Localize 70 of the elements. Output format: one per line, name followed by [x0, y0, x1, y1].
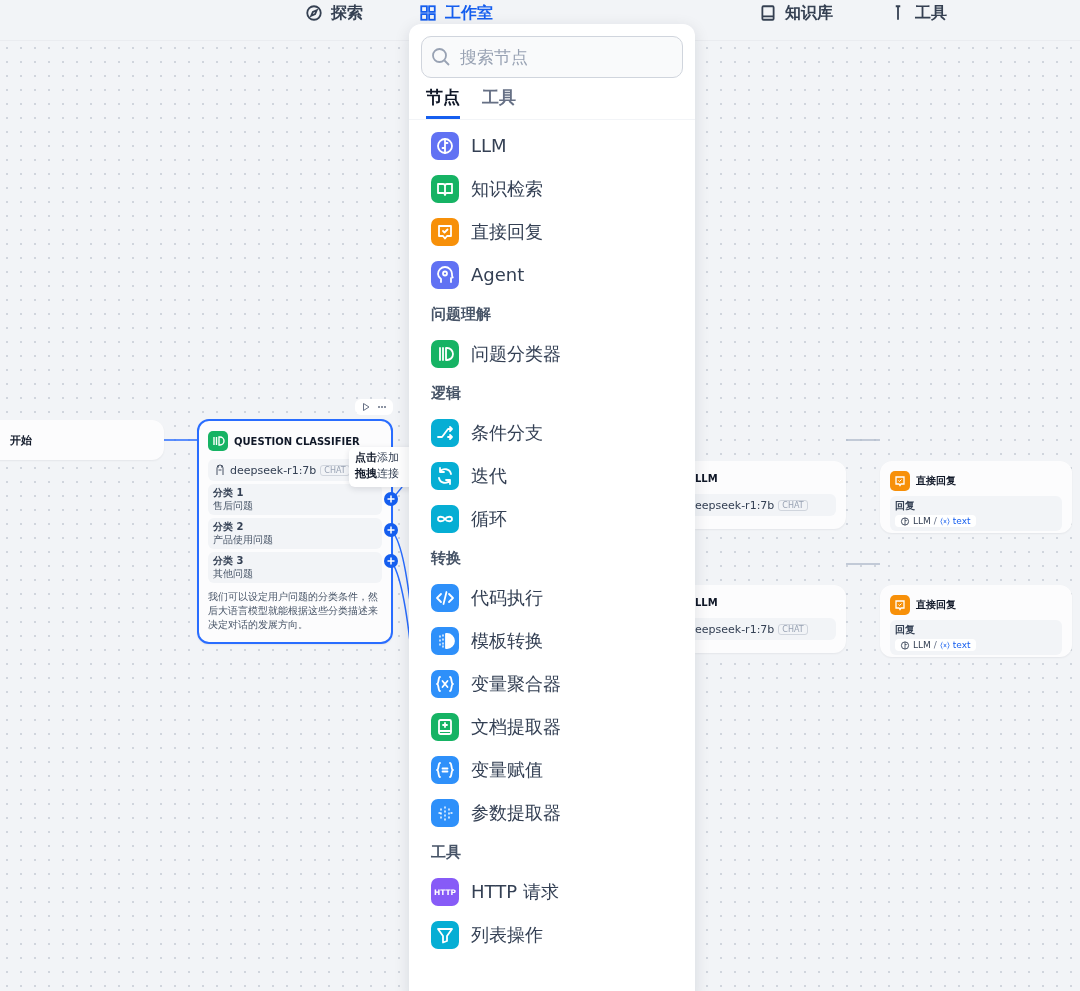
- class-text: 售后问题: [213, 500, 254, 513]
- node-option[interactable]: 变量赋值: [421, 748, 683, 791]
- node-title: LLM: [695, 597, 719, 608]
- play-icon[interactable]: [361, 402, 371, 412]
- variable-tag: LLM / text: [895, 639, 976, 651]
- section-heading: 转换: [429, 548, 462, 569]
- brain-icon: [900, 640, 910, 650]
- node-option[interactable]: 直接回复: [421, 210, 683, 253]
- chat-bubble-icon: [890, 471, 910, 491]
- node-option[interactable]: LLM: [421, 124, 683, 167]
- chat-bubble-icon: [890, 595, 910, 615]
- field-label: 回复: [895, 499, 915, 513]
- node-option[interactable]: 问题分类器: [421, 332, 683, 375]
- node-option[interactable]: 知识检索: [421, 167, 683, 210]
- reply-node[interactable]: 直接回复 回复 LLM / text: [880, 461, 1072, 533]
- node-title: LLM: [695, 473, 719, 484]
- node-option[interactable]: 循环: [421, 497, 683, 540]
- section-heading: 工具: [430, 842, 462, 863]
- nav-tab[interactable]: 工具: [889, 2, 947, 24]
- node-option[interactable]: 条件分支: [421, 411, 683, 454]
- node-title: 直接回复: [916, 598, 956, 612]
- llm-node[interactable]: LLM eepseek-r1:7b CHAT: [695, 585, 846, 653]
- node-option[interactable]: 列表操作: [421, 913, 683, 956]
- classifier-icon: [208, 431, 228, 451]
- add-handle[interactable]: [384, 554, 398, 568]
- class-text: 产品使用问题: [213, 534, 274, 547]
- node-option[interactable]: 变量聚合器: [421, 662, 683, 705]
- variable-tag: LLM / text: [895, 515, 976, 527]
- node-title: 开始: [10, 432, 32, 448]
- variable-icon: [939, 516, 950, 526]
- node-title: QUESTION CLASSIFIER: [234, 435, 360, 447]
- connector-line: [163, 439, 198, 441]
- search-icon: [431, 47, 451, 67]
- tab[interactable]: 节点: [426, 84, 460, 119]
- model-selector[interactable]: eepseek-r1:7b CHAT: [695, 618, 836, 640]
- node-option[interactable]: 模板转换: [421, 619, 683, 662]
- mode-badge: CHAT: [778, 623, 808, 635]
- class-text: 其他问题: [213, 568, 254, 581]
- llm-node[interactable]: LLM eepseek-r1:7b CHAT: [695, 461, 846, 529]
- brain-icon: [900, 516, 910, 526]
- node-option[interactable]: Agent: [421, 253, 683, 296]
- class-label: 分类 3: [213, 554, 245, 568]
- connector-line: [845, 439, 881, 441]
- node-title: 直接回复: [916, 474, 956, 488]
- start-node[interactable]: 开始: [0, 420, 164, 460]
- variable-icon: [939, 640, 950, 650]
- nav-tab[interactable]: 工作室: [419, 2, 493, 24]
- node-description: 我们可以设定用户问题的分类条件，然后大语言模型就能根据这些分类描述来决定对话的发展方向。: [208, 590, 379, 632]
- add-handle[interactable]: [384, 492, 398, 506]
- node-option[interactable]: 迭代: [421, 454, 683, 497]
- class-label: 分类 2: [213, 520, 245, 534]
- field-label: 回复: [895, 623, 915, 637]
- compass-icon: [305, 4, 323, 22]
- section-heading: 问题理解: [430, 304, 492, 325]
- mode-badge: CHAT: [778, 499, 808, 511]
- book-icon: [759, 4, 777, 22]
- search-field[interactable]: 搜索节点: [421, 36, 683, 78]
- tab[interactable]: 工具: [482, 84, 516, 119]
- grid-icon: [419, 4, 437, 22]
- class-label: 分类 1: [213, 486, 245, 500]
- nav-tab[interactable]: 知识库: [759, 2, 833, 24]
- nav-tab[interactable]: 探索: [305, 2, 363, 24]
- node-option[interactable]: 文档提取器: [421, 705, 683, 748]
- add-handle[interactable]: [384, 523, 398, 537]
- section-heading: 逻辑: [430, 383, 462, 404]
- model-selector[interactable]: eepseek-r1:7b CHAT: [695, 494, 836, 516]
- node-option[interactable]: 代码执行: [421, 576, 683, 619]
- connector-line: [845, 563, 881, 565]
- reply-node[interactable]: 直接回复 回复 LLM / text: [880, 585, 1072, 657]
- node-option[interactable]: 参数提取器: [421, 791, 683, 834]
